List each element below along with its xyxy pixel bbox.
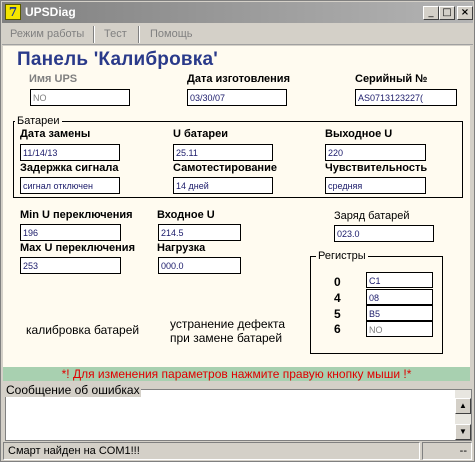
sensitivity-label: Чувствительность <box>325 162 428 174</box>
menu-mode[interactable]: Режим работы <box>10 28 84 40</box>
menu-separator <box>138 26 140 43</box>
manufacture-date-label: Дата изготовления <box>187 73 290 85</box>
calibration-panel: Панель 'Калибровка' Имя UPS NO Дата изго… <box>3 46 470 367</box>
serial-field[interactable]: AS0713123227( <box>355 89 457 106</box>
ups-name-field[interactable]: NO <box>30 89 130 106</box>
fix-defect-action-line1[interactable]: устранение дефекта <box>170 317 285 331</box>
calibrate-battery-action[interactable]: калибровка батарей <box>26 323 139 337</box>
ups-name-label: Имя UPS <box>29 73 78 85</box>
title-bar[interactable]: 7 UPSDiag _ □ × <box>2 2 473 23</box>
hint-bar: *! Для изменения параметров нажмите прав… <box>3 367 470 381</box>
self-test-label: Самотестирование <box>173 162 277 174</box>
register-field[interactable]: 08 <box>366 289 433 305</box>
error-scrollbar[interactable]: ▲ ▼ <box>455 390 471 440</box>
replace-date-field[interactable]: 11/14/13 <box>20 144 120 161</box>
minimize-button[interactable]: _ <box>423 6 439 20</box>
battery-group-legend: Батареи <box>15 115 62 127</box>
register-field[interactable]: C1 <box>366 272 433 288</box>
maximize-button[interactable]: □ <box>439 6 455 20</box>
panel-title: Панель 'Калибровка' <box>17 49 218 70</box>
register-num: 4 <box>334 291 341 305</box>
self-test-field[interactable]: 14 дней <box>173 177 273 194</box>
min-u-field[interactable]: 196 <box>20 224 121 241</box>
sensitivity-field[interactable]: средняя <box>325 177 426 194</box>
status-bar-secondary: -- <box>422 442 472 460</box>
load-label: Нагрузка <box>157 242 206 254</box>
register-num: 6 <box>334 322 341 336</box>
replace-date-label: Дата замены <box>20 128 91 140</box>
charge-field[interactable]: 023.0 <box>334 225 434 242</box>
min-u-label: Min U переключения <box>20 209 133 221</box>
menu-separator <box>93 26 95 43</box>
signal-delay-field[interactable]: сигнал отключен <box>20 177 120 194</box>
battery-u-field[interactable]: 25.11 <box>173 144 273 161</box>
register-num: 0 <box>334 275 341 289</box>
serial-label: Серийный № <box>355 73 428 85</box>
status-bar-main: Смарт найден на COM1!!! <box>3 442 420 460</box>
app-icon: 7 <box>5 4 21 20</box>
menu-test[interactable]: Тест <box>104 28 127 40</box>
battery-u-label: U батареи <box>173 128 229 140</box>
register-num: 5 <box>334 307 341 321</box>
max-u-field[interactable]: 253 <box>20 257 121 274</box>
window-title: UPSDiag <box>25 5 76 19</box>
menu-bar: Режим работы Тест Помощь <box>2 24 473 45</box>
load-field[interactable]: 000.0 <box>158 257 241 274</box>
registers-legend: Регистры <box>316 250 368 262</box>
max-u-label: Max U переключения <box>20 242 135 254</box>
app-window: 7 UPSDiag _ □ × Режим работы Тест Помощь… <box>0 0 475 462</box>
output-u-label: Выходное U <box>325 128 393 140</box>
close-button[interactable]: × <box>457 6 473 20</box>
register-field[interactable]: B5 <box>366 305 433 321</box>
output-u-field[interactable]: 220 <box>325 144 426 161</box>
input-u-label: Входное U <box>157 209 215 221</box>
scroll-up-button[interactable]: ▲ <box>455 398 471 414</box>
charge-label: Заряд батарей <box>334 210 410 222</box>
error-messages-legend: Сообщение об ошибках <box>5 383 141 397</box>
menu-help[interactable]: Помощь <box>150 28 193 40</box>
register-field[interactable]: NO <box>366 321 433 337</box>
manufacture-date-field[interactable]: 03/30/07 <box>187 89 287 106</box>
scroll-down-button[interactable]: ▼ <box>455 424 471 440</box>
fix-defect-action-line2[interactable]: при замене батарей <box>170 331 282 345</box>
signal-delay-label: Задержка сигнала <box>20 162 119 174</box>
input-u-field[interactable]: 214.5 <box>158 224 241 241</box>
